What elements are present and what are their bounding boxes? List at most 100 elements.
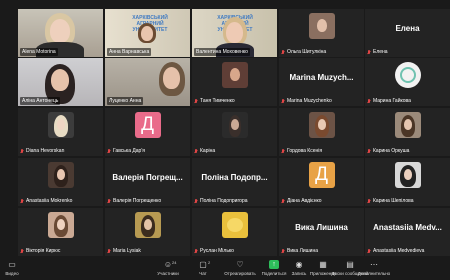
meeting-gallery: Alena Motorina ХАРКІВСЬКИЙАГРАРНИЙУНІВЕР…: [0, 0, 450, 280]
more-label: Дополнительно: [357, 271, 391, 276]
participant-name: Гордова Ксенія: [281, 147, 322, 155]
participants-count: 24: [172, 260, 177, 265]
avatar-letter: Д: [308, 162, 335, 188]
profile-photo: [221, 62, 248, 88]
cartoon-icon: [226, 218, 243, 232]
participant-tile[interactable]: Елена Елена: [365, 9, 450, 57]
display-name: Елена: [395, 24, 420, 33]
participant-name: Руслан Мілько: [194, 247, 234, 255]
participant-tile[interactable]: Карина Шепілова: [365, 158, 450, 206]
muted-mic-icon: [194, 198, 198, 204]
participant-name: Аліна Антонець: [20, 97, 61, 105]
participant-tile[interactable]: Каріна: [192, 108, 277, 156]
participant-tile[interactable]: Д Діана Авдієнко: [279, 158, 364, 206]
muted-mic-icon: [367, 198, 371, 204]
participant-name: Гавська Дар'я: [107, 147, 145, 155]
participant-tile[interactable]: Вика Лишина Вика Лишина: [279, 208, 364, 256]
profile-photo: [394, 112, 421, 138]
reactions-label: Отреагировать: [224, 271, 256, 276]
video-button[interactable]: ▭ Видео: [0, 260, 32, 276]
profile-photo: [47, 112, 74, 138]
participant-name: Ольга Шитулкіна: [281, 48, 326, 56]
participant-tile[interactable]: Вікторія Кирюс: [18, 208, 103, 256]
participant-name: Anastasiia Medvedieva: [367, 247, 424, 255]
participant-tile[interactable]: Maria Lysiak: [105, 208, 190, 256]
muted-mic-icon: [107, 148, 111, 154]
participant-name: Поліна Подопригора: [194, 197, 248, 205]
participant-name: Валерія Погрещенко: [107, 197, 161, 205]
participant-tile[interactable]: Карина Оркуша: [365, 108, 450, 156]
muted-mic-icon: [281, 148, 285, 154]
participant-tile[interactable]: Diana Hevorskan: [18, 108, 103, 156]
participant-tile[interactable]: ХАРКІВСЬКИЙАГРАРНИЙУНІВЕРСИТЕТ Анна Варн…: [105, 9, 190, 57]
muted-mic-icon: [107, 248, 111, 254]
muted-mic-icon: [20, 148, 24, 154]
participant-tile[interactable]: Валерія Погрещ... Валерія Погрещенко: [105, 158, 190, 206]
participant-name: Anastasiia Mokrenko: [20, 197, 72, 205]
participant-name: Анна Варнавська: [107, 48, 152, 56]
participant-tile[interactable]: Таня Тимченко: [192, 58, 277, 106]
muted-mic-icon: [281, 198, 285, 204]
muted-mic-icon: [194, 148, 198, 154]
apps-grid-icon: ▦: [319, 260, 327, 269]
profile-photo: [134, 212, 161, 238]
participant-tile[interactable]: Аліна Антонець: [18, 58, 103, 106]
chat-count: 2: [208, 260, 211, 265]
display-name: Вика Лишина: [295, 223, 348, 232]
face: [230, 119, 239, 130]
participant-name: Maria Lysiak: [107, 247, 141, 255]
share-arrow-icon: ↑: [269, 260, 279, 269]
participant-name: Вікторія Кирюс: [20, 247, 60, 255]
participants-label: Участники: [157, 271, 179, 276]
muted-mic-icon: [281, 49, 285, 55]
face: [403, 169, 412, 180]
heart-icon: ♡: [236, 260, 244, 269]
avatar-letter: Д: [134, 112, 161, 138]
video-camera-icon: ▭: [8, 260, 16, 269]
participant-name: Марина Гайкова: [367, 97, 411, 105]
chat-bubble-icon: ▢: [199, 260, 207, 269]
face: [143, 219, 152, 230]
face: [141, 26, 153, 41]
participant-tile[interactable]: Марина Гайкова: [365, 58, 450, 106]
muted-mic-icon: [20, 248, 24, 254]
participant-tile[interactable]: Руслан Мілько: [192, 208, 277, 256]
muted-mic-icon: [194, 248, 198, 254]
video-label: Видео: [5, 271, 19, 276]
face: [403, 119, 412, 130]
face: [56, 169, 65, 180]
muted-mic-icon: [194, 98, 198, 104]
participant-tile[interactable]: Marina Muzych... Marina Muzychenko: [279, 58, 364, 106]
participant-name: Карина Оркуша: [367, 147, 409, 155]
participant-name: Таня Тимченко: [194, 97, 235, 105]
participant-tile[interactable]: Anastasiia Mokrenko: [18, 158, 103, 206]
participant-tile[interactable]: Поліна Подопр... Поліна Подопригора: [192, 158, 277, 206]
participant-name: Вика Лишина: [281, 247, 318, 255]
face: [317, 119, 326, 130]
profile-photo: [394, 62, 421, 88]
participant-tile[interactable]: Ольга Шитулкіна: [279, 9, 364, 57]
participants-button[interactable]: ☺ 24 Участники: [148, 260, 188, 276]
participant-tile[interactable]: Anastasiia Medv... Anastasiia Medvedieva: [365, 208, 450, 256]
display-name: Marina Muzych...: [289, 73, 354, 82]
active-speaker-tile[interactable]: ХАРКІВСЬКИЙАГРАРНИЙУНІВЕРСИТЕТ Валентина…: [192, 9, 277, 57]
more-button[interactable]: ⋯ Дополнительно: [354, 260, 394, 276]
participant-tile[interactable]: Alena Motorina: [18, 9, 103, 57]
face: [316, 19, 327, 32]
face: [229, 68, 240, 81]
profile-photo: [308, 13, 335, 39]
profile-photo: [308, 112, 335, 138]
participant-tile[interactable]: Д Гавська Дар'я: [105, 108, 190, 156]
display-name: Поліна Подопр...: [201, 173, 268, 182]
participant-name: Луценко Анна: [107, 97, 144, 105]
display-name: Anastasiia Medv...: [373, 223, 442, 232]
participant-tile[interactable]: Луценко Анна: [105, 58, 190, 106]
more-dots-icon: ⋯: [370, 260, 378, 269]
profile-photo: [394, 162, 421, 188]
profile-photo: [47, 162, 74, 188]
chat-button[interactable]: ▢ 2 Чат: [183, 260, 223, 276]
face: [163, 67, 180, 89]
participant-tile[interactable]: Гордова Ксенія: [279, 108, 364, 156]
participant-name: Alena Motorina: [20, 48, 58, 56]
profile-photo: [221, 112, 248, 138]
